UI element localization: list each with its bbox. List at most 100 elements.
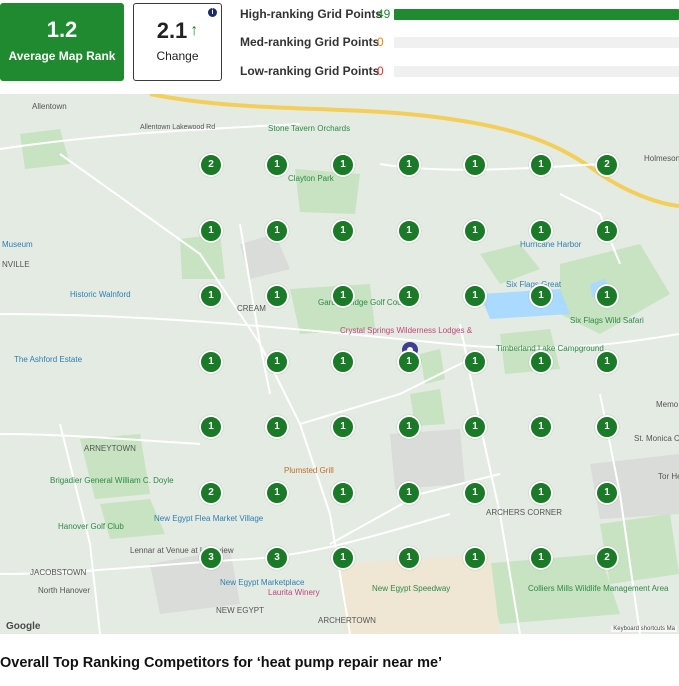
rank-pin[interactable]: 1 [595,480,619,505]
rank-pin[interactable]: 1 [529,415,553,439]
high-ranking-count: 49 [377,7,391,21]
rank-pin[interactable]: 1 [331,153,355,177]
rank-pin[interactable]: 1 [595,349,619,374]
rank-pin[interactable]: 1 [463,546,487,570]
med-ranking-row: Med-ranking Grid Points 0 [240,33,679,51]
place-label: Holmeson [644,154,679,163]
rank-pin[interactable]: 1 [331,284,355,308]
low-ranking-label: Low-ranking Grid Points [240,64,380,78]
rank-pin[interactable]: 1 [463,480,487,505]
rank-pin[interactable]: 1 [595,415,619,439]
rank-pin[interactable]: 1 [463,415,487,439]
rank-pin[interactable]: 1 [331,480,355,505]
place-label: Museum [2,240,33,249]
rank-pin[interactable]: 3 [265,546,289,570]
average-map-rank-label: Average Map Rank [8,49,116,63]
med-ranking-count: 0 [377,35,384,49]
high-ranking-bar [394,9,679,20]
rank-pin[interactable]: 1 [595,284,619,308]
rank-pin[interactable]: 1 [265,349,289,374]
place-label: ARCHERS CORNER [486,508,563,517]
road-label: Allentown Lakewood Rd [140,124,216,131]
average-map-rank-card: 1.2 Average Map Rank [0,3,124,81]
rank-pin[interactable]: 2 [595,546,619,570]
rank-pin[interactable]: 1 [265,153,289,177]
rank-pin[interactable]: 1 [265,480,289,505]
rank-pin[interactable]: 1 [199,415,223,439]
place-label: Hurricane Harbor [520,240,582,249]
place-label: Hanover Golf Club [58,522,124,531]
place-label: Six Flags Wild Safari [570,316,644,325]
place-label: NEW EGYPT [216,606,265,615]
rank-pin[interactable]: 1 [397,480,421,505]
place-label: Tor He [658,472,679,481]
rank-pin[interactable]: 1 [397,546,421,570]
change-card: i 2.1 ↑ Change [133,3,222,81]
change-value: 2.1 [156,18,188,43]
rank-pin[interactable]: 1 [397,153,421,177]
rank-pin[interactable]: 1 [199,284,223,308]
up-arrow-icon: ↑ [190,22,199,39]
place-label: New Egypt Speedway [372,584,451,593]
low-ranking-count: 0 [377,64,384,78]
rank-pin[interactable]: 1 [331,546,355,570]
place-label: Laurita Winery [268,588,320,597]
rank-pin[interactable]: 1 [463,218,487,243]
change-value-row: 2.1 ↑ [134,18,221,44]
rank-pin[interactable]: 3 [199,546,223,570]
rank-pin[interactable]: 1 [265,284,289,308]
average-map-rank-value: 1.2 [46,17,78,42]
place-label: Historic Walnford [70,290,131,299]
place-label: St. Monica Catholic C [634,434,679,443]
google-logo: Google [6,621,41,632]
place-label: Colliers Mills Wildlife Management Area [528,584,669,593]
place-label: New Egypt Marketplace [220,578,305,587]
place-label: Memo [656,400,679,409]
place-label: ARNEYTOWN [84,444,136,453]
rank-pin[interactable]: 1 [463,284,487,308]
rank-pin[interactable]: 1 [463,153,487,177]
rank-pin[interactable]: 1 [397,284,421,308]
competitors-heading: Overall Top Ranking Competitors for ‘hea… [0,655,443,671]
place-label: North Hanover [38,586,91,595]
rank-pin[interactable]: 1 [397,218,421,243]
change-label: Change [156,49,199,63]
high-ranking-label: High-ranking Grid Points [240,7,383,21]
rank-pin[interactable]: 2 [199,153,223,177]
rank-pin[interactable]: 1 [529,480,553,505]
rank-pin[interactable]: 1 [265,415,289,439]
place-label: JACOBSTOWN [30,568,87,577]
rank-pin[interactable]: 1 [529,153,553,177]
place-label: ARCHERTOWN [318,616,376,625]
place-label: The Ashford Estate [14,355,83,364]
rank-pin[interactable]: 1 [331,415,355,439]
rank-pin[interactable]: 1 [529,546,553,570]
high-ranking-fill [394,9,679,20]
rank-grid-map[interactable]: Allentown Stone Tavern Orchards Holmeson… [0,94,679,634]
place-label: Clayton Park [288,174,334,183]
med-ranking-bar [394,37,679,48]
place-label: Timberland Lake Campground [496,344,604,353]
rank-pin[interactable]: 1 [529,284,553,308]
rank-pin[interactable]: 2 [595,153,619,177]
rank-pin[interactable]: 2 [199,480,223,505]
rank-pin[interactable]: 1 [529,218,553,243]
rank-pin[interactable]: 1 [265,218,289,243]
rank-pin[interactable]: 1 [331,349,355,374]
rank-pin[interactable]: 1 [397,415,421,439]
place-label: Plumsted Grill [284,466,334,475]
med-ranking-label: Med-ranking Grid Points [240,35,380,49]
rank-pin[interactable]: 1 [595,218,619,243]
rank-pin[interactable]: 1 [463,349,487,374]
rank-pin[interactable]: 1 [529,349,553,374]
low-ranking-bar [394,66,679,77]
rank-pin[interactable]: 1 [397,349,421,374]
rank-pin[interactable]: 1 [331,218,355,243]
rank-pin[interactable]: 1 [199,218,223,243]
rank-pin[interactable]: 1 [199,349,223,374]
place-label: CREAM [237,304,266,313]
place-label: NVILLE [2,260,30,269]
place-label: Stone Tavern Orchards [268,124,351,133]
info-icon[interactable]: i [208,8,217,17]
map-attribution[interactable]: Keyboard shortcuts Ma [611,626,677,632]
